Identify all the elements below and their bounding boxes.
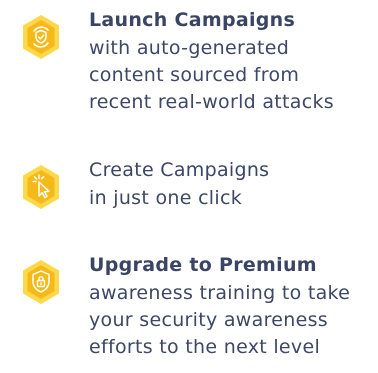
feature-description: in just one click xyxy=(89,185,378,212)
feature-description: awareness training to take your security… xyxy=(89,280,378,361)
feature-title: Create Campaigns xyxy=(89,159,270,181)
feature-title: Upgrade to Premium xyxy=(89,254,317,276)
feature-description-line: awareness training to take xyxy=(89,282,351,304)
feature-description-line: efforts to the next level xyxy=(89,336,321,358)
feature-description-line: in just one click xyxy=(89,187,243,209)
shield-sync-icon xyxy=(21,14,61,60)
feature-description: with auto-generated content sourced from… xyxy=(89,35,378,116)
feature-title: Launch Campaigns xyxy=(89,9,296,31)
feature-description-line: content sourced from xyxy=(89,64,300,86)
feature-description-line: recent real-world attacks xyxy=(89,91,334,113)
feature-text: Upgrade to Premium awareness training to… xyxy=(89,251,378,361)
feature-text: Launch Campaigns with auto-generated con… xyxy=(89,6,378,116)
feature-description-line: with auto-generated xyxy=(89,37,290,59)
shield-lock-icon xyxy=(21,259,61,305)
click-cursor-icon xyxy=(21,164,61,210)
feature-description-line: your security awareness xyxy=(89,309,329,331)
feature-text: Create Campaigns in just one click xyxy=(89,156,378,212)
